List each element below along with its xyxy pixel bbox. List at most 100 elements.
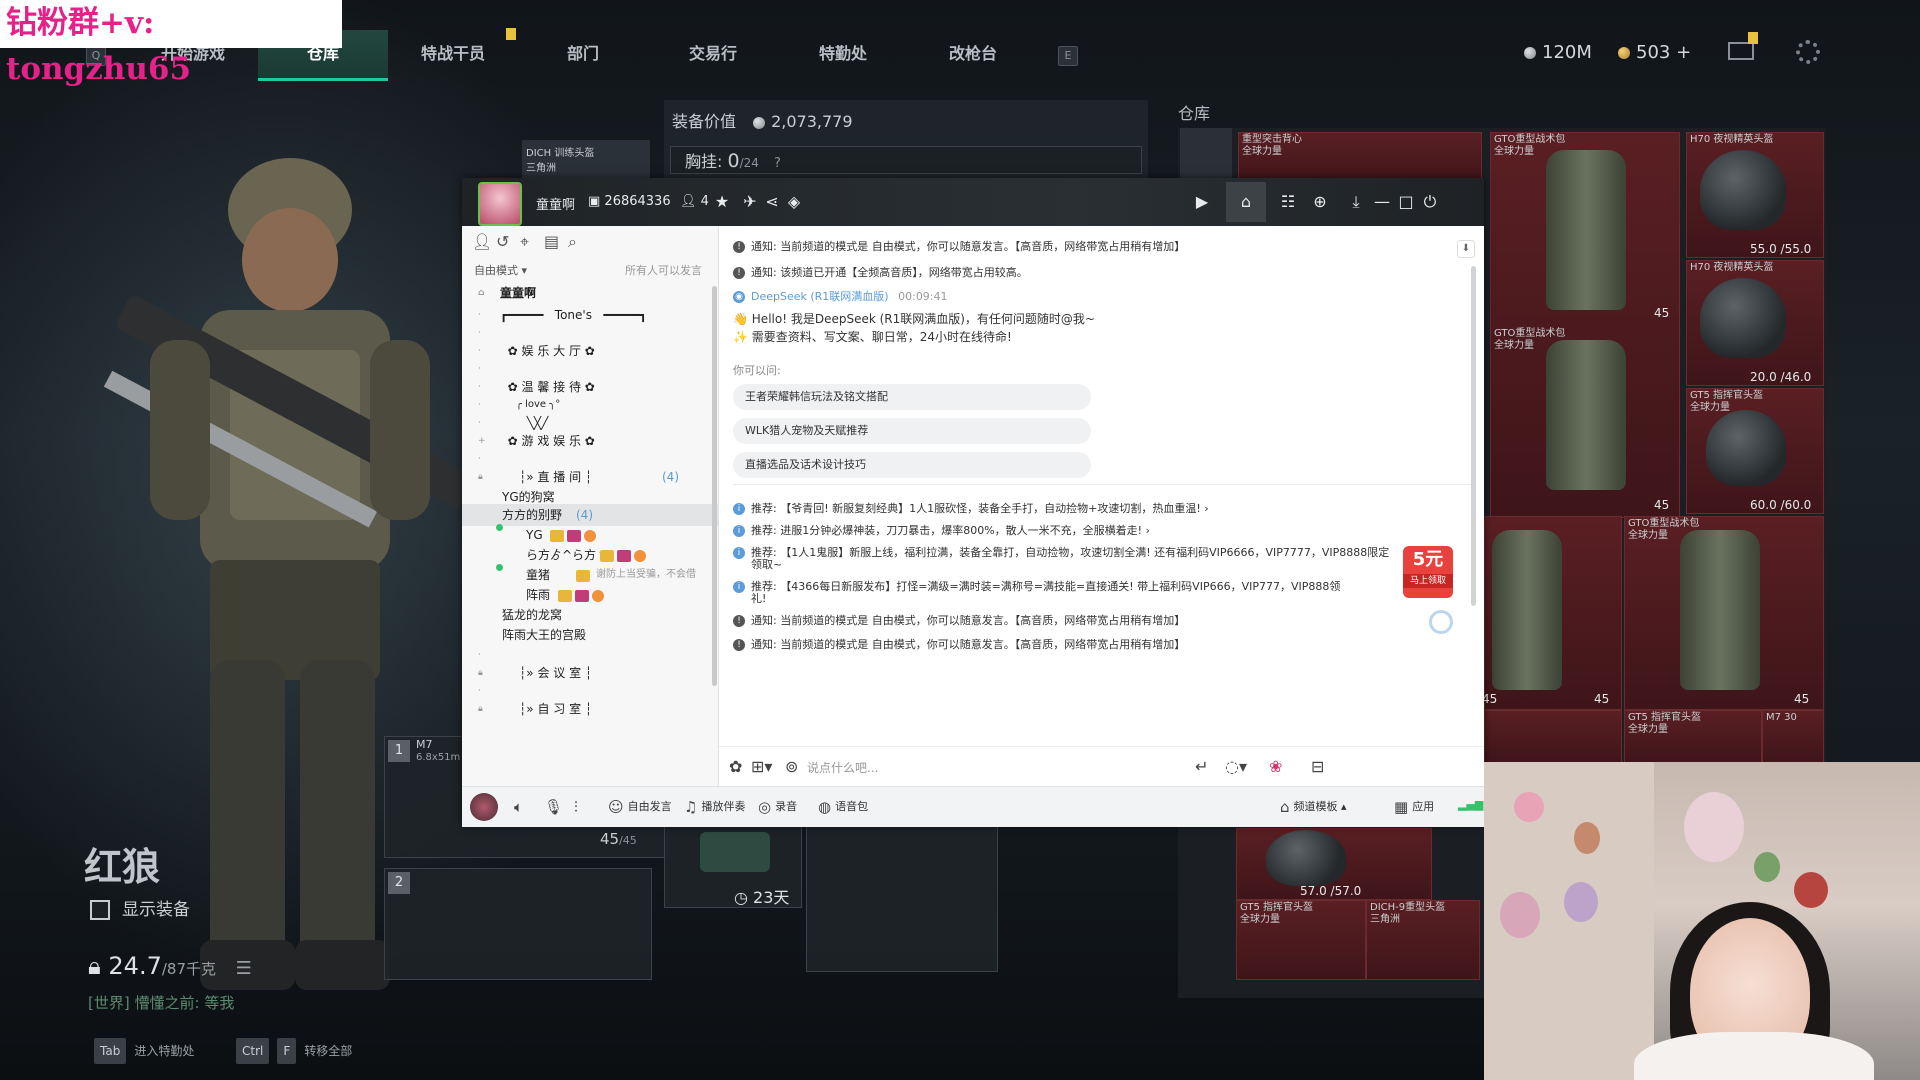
voice-chat-window[interactable]: 童童啊 ▣ 26864336 👤︎ 4 ★ ✈ ⋖ ◈ ▶ ⌂ ☷ ⊕ ⤓ — … xyxy=(462,178,1484,827)
promo-message-cont: 礼! xyxy=(751,592,767,605)
channel-root[interactable]: ⌂ 童童啊 xyxy=(462,282,718,304)
chat-titlebar[interactable]: 童童啊 ▣ 26864336 👤︎ 4 ★ ✈ ⋖ ◈ ▶ ⌂ ☷ ⊕ ⤓ — … xyxy=(462,178,1484,226)
user-icon[interactable]: 👤︎ xyxy=(472,232,492,251)
message-input-bar[interactable]: ✿ ⊞▾ ⊚ 说点什么吧... ↵ ◌▾ ❀ ⊟ xyxy=(719,746,1484,787)
sub-room-selected[interactable]: 方方的别野 (4) xyxy=(462,504,718,526)
empty-slot[interactable] xyxy=(806,826,998,972)
gamepad-icon[interactable]: ⊕ xyxy=(1310,192,1330,212)
gift-sticker-icon[interactable]: ✿ xyxy=(729,757,742,776)
suggestion-chip[interactable]: WLK猎人宠物及天赋推荐 xyxy=(733,418,1091,444)
warehouse-item[interactable] xyxy=(1484,710,1622,764)
channel-title: 童童啊 xyxy=(536,198,576,213)
assistant-bubble-icon[interactable] xyxy=(1429,610,1453,634)
tab-trading[interactable]: 交易行 xyxy=(648,30,778,78)
history-icon[interactable]: ↺ xyxy=(496,232,509,251)
emoji-bubble-icon[interactable]: ◌▾ xyxy=(1225,757,1247,776)
power-icon[interactable]: ⏻ xyxy=(1420,192,1440,212)
video-icon[interactable]: ▶ xyxy=(1192,192,1212,212)
bot-header[interactable]: ◉ DeepSeek (R1联网满血版) 00:09:41 xyxy=(733,288,948,304)
share-icon[interactable]: ⋖ xyxy=(762,192,782,212)
my-avatar[interactable] xyxy=(470,793,498,821)
mail-icon[interactable] xyxy=(1728,42,1754,60)
member-row[interactable]: YG xyxy=(462,524,718,546)
warehouse-camera-icon[interactable] xyxy=(1180,830,1232,882)
message-scrollbar[interactable] xyxy=(1471,266,1476,606)
member-row[interactable]: 阵雨 xyxy=(462,584,718,606)
download-icon[interactable]: ⤓ xyxy=(1346,192,1366,212)
voice-pack-button[interactable]: ◍ 语音包 xyxy=(818,798,868,816)
location-icon[interactable]: ⌖ xyxy=(520,232,529,252)
channel-template-button[interactable]: ⌂ 频道模板 ▴ xyxy=(1280,798,1347,816)
enter-icon[interactable]: ↵ xyxy=(1195,757,1208,776)
sub-room[interactable]: 阵雨大王的宫殿 xyxy=(462,624,718,646)
tree-row-live[interactable]: 🔒︎ ┆» 直 播 间 ┆ (4) xyxy=(462,466,718,488)
tree-row[interactable]: 🔒︎ ┆» 自 习 室 ┆ xyxy=(462,698,718,720)
mic-icon[interactable]: 🎙︎ xyxy=(544,798,567,816)
maximize-icon[interactable]: □ xyxy=(1396,192,1416,212)
favorite-star-icon[interactable]: ★ xyxy=(712,192,732,212)
sub-room[interactable]: 猛龙的龙窝 xyxy=(462,604,718,626)
hint-enter-special-ops[interactable]: Tab 进入特勤处 xyxy=(94,1038,194,1064)
promo-message[interactable]: i 推荐: 【1人1鬼服】新服上线，福利拉满，装备全靠打，自动捡物，攻速切割全满!… xyxy=(733,544,1389,560)
gold-coin-icon xyxy=(1618,47,1630,59)
list-icon[interactable]: ☰ xyxy=(236,958,252,979)
tab-special-ops[interactable]: 特勤处 xyxy=(778,30,908,78)
warehouse-lock-icon[interactable] xyxy=(1180,128,1232,180)
checkbox[interactable] xyxy=(90,900,110,920)
member-row[interactable]: 童猪 谢防上当受骗，不会借 xyxy=(462,564,718,586)
notes-icon[interactable]: ▤ xyxy=(544,232,559,251)
free-speak-button[interactable]: ☺ 自由发言 xyxy=(608,798,672,816)
home-button[interactable]: ⌂ xyxy=(1226,182,1266,222)
warehouse-layers-icon[interactable] xyxy=(1180,880,1232,932)
info-icon: ! xyxy=(733,241,745,253)
report-icon[interactable]: ◈ xyxy=(784,192,804,212)
sidebar-scrollbar[interactable] xyxy=(712,286,717,686)
streamer-webcam xyxy=(1484,762,1920,1080)
nav-next-key[interactable]: E xyxy=(1058,46,1078,66)
tab-department[interactable]: 部门 xyxy=(518,30,648,78)
speaker-icon[interactable]: 🔈︎ xyxy=(514,798,527,816)
suggestion-chip[interactable]: 王者荣耀韩信玩法及铭文搭配 xyxy=(733,384,1091,410)
channel-tree[interactable]: 👤︎ ↺ ⌖ ▤ ⌕ 自由模式 ▾ 所有人可以发言 ⌂ 童童啊 · ┏━━━━━ To… xyxy=(462,226,719,786)
gamepad-icon[interactable]: ⊞▾ xyxy=(751,757,772,776)
show-equipment-toggle[interactable]: 显示装备 xyxy=(90,895,190,920)
scroll-bottom-icon[interactable]: ⬇ xyxy=(1457,240,1475,258)
plane-icon[interactable]: ✈ xyxy=(740,192,760,212)
mode-selector[interactable]: 自由模式 ▾ 所有人可以发言 xyxy=(474,262,714,278)
weapon-caliber: 6.8x51m xyxy=(416,752,461,763)
warehouse-sort-icon[interactable] xyxy=(1180,930,1232,982)
mixer-icon[interactable]: ⫶ xyxy=(574,798,582,816)
chest-rig-capacity: 胸挂: 0/24 ? xyxy=(670,146,1142,174)
tab-gunsmith[interactable]: 改枪台 xyxy=(908,30,1038,78)
gift-icon[interactable]: ⊟ xyxy=(1311,757,1324,776)
promo-message[interactable]: i 推荐: 进服1分钟必爆神装，刀刀暴击，爆率800%，散人一米不充，全服横着走!… xyxy=(733,522,1150,538)
help-icon[interactable]: ? xyxy=(774,156,781,171)
apps-button[interactable]: ▦ 应用 xyxy=(1394,798,1434,816)
hint-transfer-all[interactable]: Ctrl F 转移全部 xyxy=(236,1038,352,1064)
helmet-icon xyxy=(1706,410,1786,486)
minimize-icon[interactable]: — xyxy=(1372,192,1392,212)
helmet-slot-label[interactable]: DICH 训练头盔 三角洲 xyxy=(522,140,650,180)
settings-gear-icon[interactable] xyxy=(1796,40,1820,64)
record-button[interactable]: ◎ 录音 xyxy=(758,798,797,816)
play-music-button[interactable]: ♫ 播放伴奏 xyxy=(684,798,745,816)
message-area[interactable]: ! 通知: 当前频道的模式是 自由模式，你可以随意发言。【高音质，网络带宽占用稍有… xyxy=(719,226,1484,746)
gold-currency[interactable]: 503 + xyxy=(1618,42,1691,63)
suggestion-chip[interactable]: 直播选品及话术设计技巧 xyxy=(733,452,1091,478)
tab-operators[interactable]: 特战干员 xyxy=(388,30,518,78)
backpack-icon xyxy=(1680,530,1760,690)
grid-icon: ▦ xyxy=(1394,798,1409,816)
channel-avatar[interactable] xyxy=(478,182,522,226)
warehouse-title: 仓库 xyxy=(1178,104,1211,123)
member-row[interactable]: ら方ゟ^ら方ゞ xyxy=(462,544,718,566)
search-icon[interactable]: ⌕ xyxy=(568,232,577,252)
list-view-icon[interactable]: ☷ xyxy=(1278,192,1298,212)
rose-icon[interactable]: ❀ xyxy=(1269,757,1282,776)
ai-icon[interactable]: ⊚ xyxy=(785,757,798,776)
red-envelope-promo[interactable]: 5元 马上领取 xyxy=(1403,546,1453,598)
message-input[interactable]: 说点什么吧... xyxy=(807,759,878,776)
lock-icon: 🔒︎ xyxy=(478,472,483,482)
promo-message[interactable]: i 推荐: 【爷青回! 新服复刻经典】1人1服砍怪，装备全手打，自动捡物+攻速切割… xyxy=(733,500,1209,516)
promo-message[interactable]: i 推荐: 【4366每日新服发布】打怪=满级=满时装=满称号=满技能=直接通关!… xyxy=(733,578,1340,594)
secondary-weapon-slot[interactable] xyxy=(384,868,652,980)
